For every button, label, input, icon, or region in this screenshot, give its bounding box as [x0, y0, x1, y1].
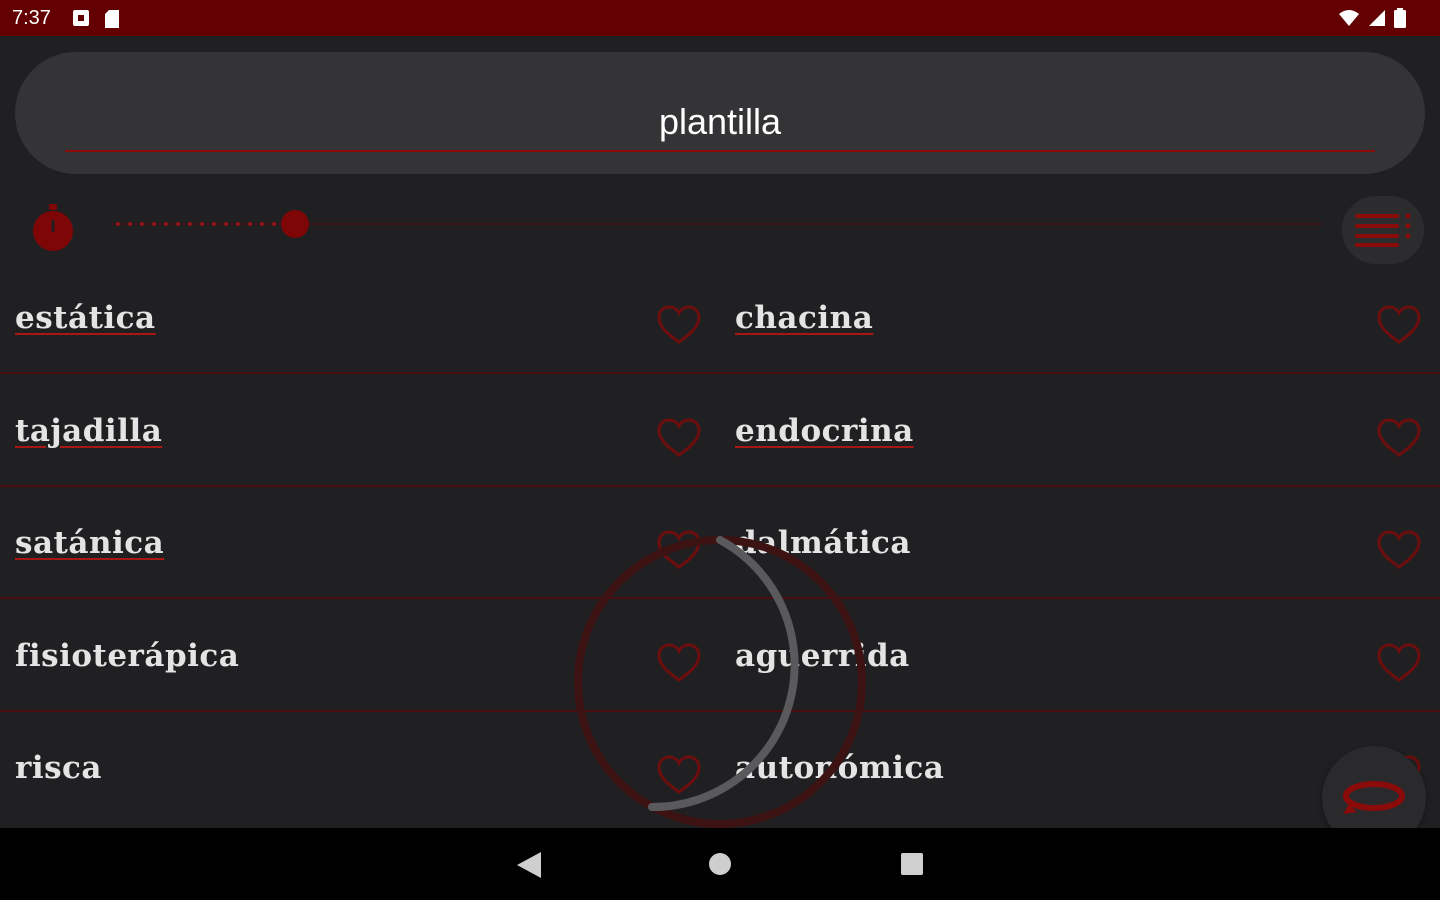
word-item[interactable]: endocrina [720, 375, 1440, 487]
search-box[interactable] [15, 52, 1425, 174]
word-text[interactable]: satánica [15, 525, 164, 561]
status-time: 7:37 [12, 7, 51, 29]
word-text[interactable]: fisioterápica [15, 638, 239, 674]
slider-thumb[interactable] [281, 210, 309, 238]
heart-icon[interactable] [1376, 304, 1422, 346]
loading-spinner [574, 536, 866, 828]
heart-icon[interactable] [1376, 642, 1422, 684]
slider-progress [112, 222, 295, 226]
app-body: estática chacina tajadilla endocrina satánic… [0, 36, 1440, 850]
word-item[interactable]: tajadilla [0, 375, 720, 487]
word-text[interactable]: tajadilla [15, 413, 162, 449]
wifi-icon [1339, 10, 1359, 26]
notification-square-icon [73, 10, 89, 26]
status-icons-right [1338, 8, 1406, 28]
list-menu-icon [1355, 213, 1411, 247]
heart-icon[interactable] [1376, 417, 1422, 459]
status-icons-left [72, 9, 120, 29]
word-text[interactable]: risca [15, 750, 102, 786]
word-text[interactable]: estática [15, 300, 156, 336]
word-item[interactable]: estática [0, 262, 720, 374]
refresh-icon [1343, 781, 1405, 814]
word-text[interactable]: chacina [735, 300, 873, 336]
timer-row [0, 196, 1440, 266]
heart-icon[interactable] [656, 417, 702, 459]
menu-button[interactable] [1342, 196, 1424, 264]
search-input[interactable] [65, 94, 1375, 152]
home-icon[interactable] [709, 853, 731, 875]
heart-icon[interactable] [656, 304, 702, 346]
word-text[interactable]: endocrina [735, 413, 914, 449]
back-icon[interactable] [515, 850, 543, 880]
status-bar: 7:37 [0, 0, 1440, 36]
stopwatch-icon[interactable] [30, 202, 76, 252]
heart-icon[interactable] [1376, 529, 1422, 571]
word-item[interactable]: chacina [720, 262, 1440, 374]
timer-slider[interactable] [112, 210, 1322, 240]
sd-card-icon [105, 10, 119, 28]
navigation-bar [0, 828, 1440, 900]
signal-icon [1369, 10, 1385, 26]
recents-icon[interactable] [901, 853, 923, 875]
battery-icon [1394, 8, 1406, 28]
